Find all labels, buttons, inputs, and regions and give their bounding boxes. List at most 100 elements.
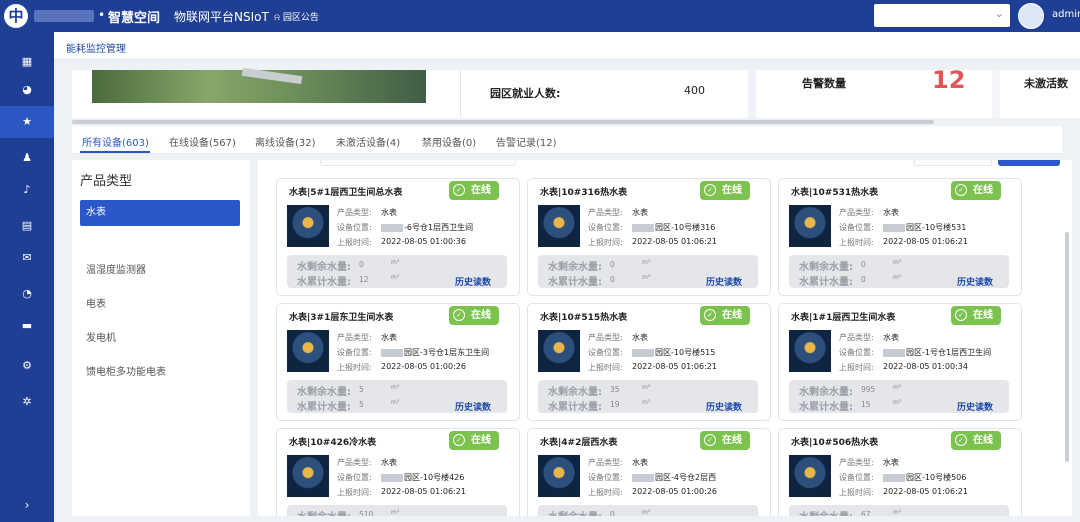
total-unit: m³ xyxy=(391,399,400,406)
total-unit: m³ xyxy=(893,399,902,406)
tab-inactive-devices[interactable]: 未激活设备(4) xyxy=(336,134,400,149)
device-card[interactable]: 水表|4#2层西水表 ✓ 在线 产品类型: 水表 设备位置: 园区-4号仓2层西 … xyxy=(527,428,771,516)
redacted-text xyxy=(632,348,654,357)
history-readings-link[interactable]: 历史读数 xyxy=(957,275,993,288)
filter-select[interactable] xyxy=(914,160,992,166)
history-readings-link[interactable]: 历史读数 xyxy=(455,400,491,413)
notice-link[interactable]: ⍾ 园区公告 xyxy=(274,10,319,23)
inactive-label: 未激活数 xyxy=(1024,77,1068,90)
category-water-meter[interactable]: 水表 xyxy=(80,200,240,226)
device-card[interactable]: 水表|5#1层西卫生间总水表 ✓ 在线 产品类型: 水表 设备位置: -6号仓1层… xyxy=(276,178,520,296)
water-meter-image xyxy=(538,205,580,247)
alarm-value: 12 xyxy=(932,66,966,94)
tab-online-devices[interactable]: 在线设备(567) xyxy=(169,134,236,149)
history-readings-link[interactable]: 历史读数 xyxy=(455,275,491,288)
tab-alarm-records[interactable]: 告警记录(12) xyxy=(496,134,557,149)
device-card[interactable]: 水表|10#531热水表 ✓ 在线 产品类型: 水表 设备位置: 园区-10号楼5… xyxy=(778,178,1022,296)
status-label: 在线 xyxy=(471,310,491,321)
user-icon[interactable]: ♟ xyxy=(0,148,54,168)
remain-unit: m³ xyxy=(642,509,651,516)
remain-value: 35 xyxy=(610,385,620,394)
search-input[interactable] xyxy=(320,160,516,166)
time-value: 2022-08-05 01:00:26 xyxy=(381,362,466,371)
status-badge: ✓ 在线 xyxy=(700,431,750,450)
location-value: 园区-3号仓1层东卫生间 xyxy=(381,347,489,358)
alarm-label: 告警数量 xyxy=(802,77,846,90)
water-meter-image xyxy=(538,455,580,497)
category-humidity-monitor[interactable]: 温湿度监测器 xyxy=(80,258,240,284)
location-value: 园区-4号仓2层西 xyxy=(632,472,716,483)
folder-icon[interactable]: ▬ xyxy=(0,316,54,336)
type-label: 产品类型: xyxy=(839,458,874,467)
check-circle-icon: ✓ xyxy=(955,184,967,196)
remain-unit: m³ xyxy=(642,384,651,391)
redacted-text xyxy=(883,348,905,357)
settings-icon[interactable]: ✲ xyxy=(0,392,54,412)
device-card[interactable]: 水表|10#426冷水表 ✓ 在线 产品类型: 水表 设备位置: 园区-10号楼4… xyxy=(276,428,520,516)
employment-label: 园区就业人数: xyxy=(490,87,561,100)
type-label: 产品类型: xyxy=(337,208,372,217)
horizontal-scrollbar[interactable] xyxy=(72,120,934,124)
time-label: 上报时间: xyxy=(588,488,623,497)
stats-card-right: 告警数量 12 未激活数 xyxy=(756,66,1080,118)
time-label: 上报时间: xyxy=(839,238,874,247)
device-card[interactable]: 水表|10#506热水表 ✓ 在线 产品类型: 水表 设备位置: 园区-10号楼5… xyxy=(778,428,1022,516)
device-card[interactable]: 水表|1#1层西卫生间水表 ✓ 在线 产品类型: 水表 设备位置: 园区-1号仓1… xyxy=(778,303,1022,421)
time-label: 上报时间: xyxy=(839,363,874,372)
total-value: 12 xyxy=(359,275,369,284)
time-label: 上报时间: xyxy=(337,363,372,372)
star-icon[interactable]: ★ xyxy=(0,106,54,138)
tab-all-devices[interactable]: 所有设备(603) xyxy=(82,134,149,149)
search-button[interactable] xyxy=(998,160,1060,166)
history-readings-link[interactable]: 历史读数 xyxy=(706,400,742,413)
category-generator[interactable]: 发电机 xyxy=(80,326,240,352)
vertical-scrollbar[interactable] xyxy=(1065,232,1069,462)
remain-label: 水剩余水量: xyxy=(548,262,602,273)
card-title: 水表|10#316热水表 xyxy=(540,188,628,198)
type-value: 水表 xyxy=(883,208,899,217)
category-electric-meter[interactable]: 电表 xyxy=(80,292,240,318)
gear-icon[interactable]: ⚙ xyxy=(0,356,54,376)
check-circle-icon: ✓ xyxy=(704,309,716,321)
chart-icon[interactable]: ◔ xyxy=(0,284,54,304)
history-readings-link[interactable]: 历史读数 xyxy=(957,400,993,413)
location-text: 园区-10号楼531 xyxy=(906,223,967,232)
breadcrumb[interactable]: 能耗监控管理 xyxy=(66,40,126,55)
park-select[interactable]: ⌄ xyxy=(874,4,1010,27)
status-label: 在线 xyxy=(471,435,491,446)
bell-icon[interactable]: ♪ xyxy=(0,180,54,200)
avatar[interactable] xyxy=(1018,3,1044,29)
status-label: 在线 xyxy=(471,185,491,196)
device-card[interactable]: 水表|10#316热水表 ✓ 在线 产品类型: 水表 设备位置: 园区-10号楼3… xyxy=(527,178,771,296)
tab-offline-devices[interactable]: 离线设备(32) xyxy=(255,134,316,149)
remain-label: 水剩余水量: xyxy=(799,508,853,516)
device-card[interactable]: 水表|3#1层东卫生间水表 ✓ 在线 产品类型: 水表 设备位置: 园区-3号仓1… xyxy=(276,303,520,421)
grid-icon[interactable]: ▦ xyxy=(0,52,54,72)
username[interactable]: admin xyxy=(1052,9,1080,20)
pie-chart-icon[interactable]: ◕ xyxy=(0,80,54,100)
stats-card-left: 园区就业人数: 400 xyxy=(72,67,748,118)
tab-disabled-devices[interactable]: 禁用设备(0) xyxy=(422,134,476,149)
status-badge: ✓ 在线 xyxy=(449,181,499,200)
total-value: 19 xyxy=(610,400,620,409)
redacted-text xyxy=(381,473,403,482)
status-label: 在线 xyxy=(722,310,742,321)
device-card[interactable]: 水表|10#515热水表 ✓ 在线 产品类型: 水表 设备位置: 园区-10号楼5… xyxy=(527,303,771,421)
time-value: 2022-08-05 01:06:21 xyxy=(632,237,717,246)
total-label: 水累计水量: xyxy=(799,402,853,413)
history-readings-link[interactable]: 历史读数 xyxy=(706,275,742,288)
mail-icon[interactable]: ✉ xyxy=(0,248,54,268)
notice-label: 园区公告 xyxy=(282,13,319,23)
chevron-right-icon[interactable]: › xyxy=(0,498,54,518)
category-feeder-meter[interactable]: 馈电柜多功能电表 xyxy=(80,360,240,386)
document-icon[interactable]: ▤ xyxy=(0,216,54,236)
total-label: 水累计水量: xyxy=(297,402,351,413)
employment-value: 400 xyxy=(684,84,705,97)
category-title: 产品类型 xyxy=(80,174,133,189)
remain-label: 水剩余水量: xyxy=(799,387,853,398)
remain-value: 0 xyxy=(359,260,364,269)
redacted-text xyxy=(883,223,905,232)
inactive-stat: 未激活数 xyxy=(992,70,1080,118)
location-value: 园区-10号楼316 xyxy=(632,222,715,233)
reading-box: 水剩余水量: 5 m³ 水累计水量: 5 m³ 历史读数 xyxy=(287,380,507,413)
